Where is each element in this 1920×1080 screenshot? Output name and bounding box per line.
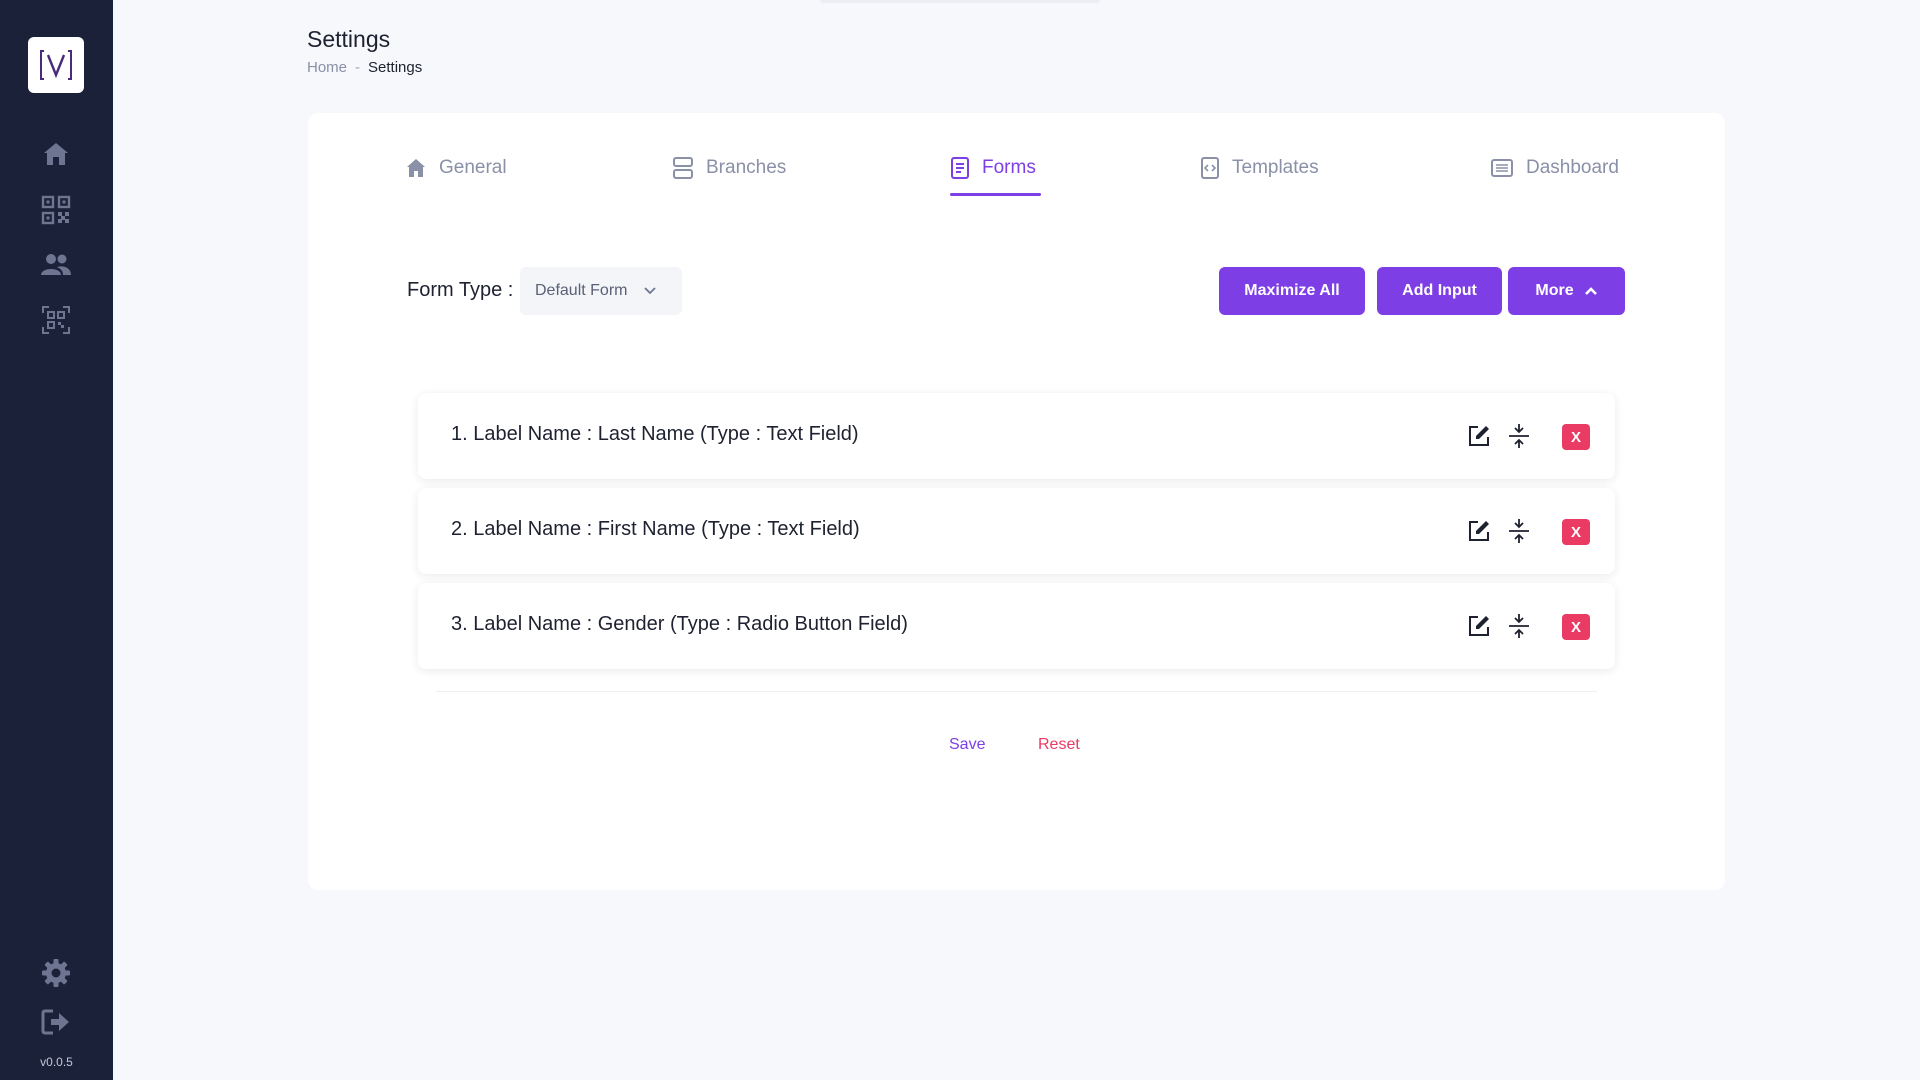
form-input-row[interactable]: 2. Label Name : First Name (Type : Text …: [418, 488, 1615, 574]
document-icon: [951, 157, 969, 179]
delete-button[interactable]: X: [1562, 424, 1590, 450]
tab-label: Forms: [982, 157, 1036, 178]
tab-label: Dashboard: [1526, 157, 1619, 178]
chevron-down-icon: [644, 287, 657, 295]
breadcrumb-current: Settings: [368, 59, 423, 76]
logo-icon: [40, 50, 72, 80]
edit-icon[interactable]: [1465, 422, 1493, 450]
form-type-value: Default Form: [535, 282, 628, 299]
tab-dashboard[interactable]: Dashboard: [1490, 143, 1619, 193]
home-icon[interactable]: [36, 134, 76, 174]
page-title: Settings: [307, 26, 391, 52]
breadcrumb: Home - Settings: [307, 59, 422, 76]
form-type-select[interactable]: Default Form: [520, 267, 682, 315]
tab-label: General: [439, 157, 507, 178]
form-input-row[interactable]: 1. Label Name : Last Name (Type : Text F…: [418, 393, 1615, 479]
settings-card: General Branches Forms Templates Dashboa…: [308, 113, 1725, 890]
breadcrumb-home-link[interactable]: Home: [307, 59, 347, 76]
collapse-icon[interactable]: [1505, 612, 1533, 640]
button-label: More: [1535, 282, 1574, 299]
sidebar: v0.0.5: [0, 0, 113, 1080]
edit-icon[interactable]: [1465, 517, 1493, 545]
more-button[interactable]: More: [1508, 267, 1625, 315]
collapse-icon[interactable]: [1505, 422, 1533, 450]
version-label: v0.0.5: [40, 1055, 73, 1069]
tab-label: Branches: [706, 157, 787, 178]
users-icon[interactable]: [36, 245, 76, 285]
edit-icon[interactable]: [1465, 612, 1493, 640]
add-input-button[interactable]: Add Input: [1377, 267, 1502, 315]
row-label: 1. Label Name : Last Name (Type : Text F…: [451, 423, 859, 445]
tab-templates[interactable]: Templates: [1200, 143, 1319, 193]
gear-icon[interactable]: [36, 953, 76, 993]
active-tab-indicator: [950, 193, 1041, 196]
top-edge-decoration: [820, 0, 1100, 3]
app-logo[interactable]: [28, 37, 84, 93]
maximize-all-button[interactable]: Maximize All: [1219, 267, 1365, 315]
form-input-row[interactable]: 3. Label Name : Gender (Type : Radio But…: [418, 583, 1615, 669]
delete-button[interactable]: X: [1562, 519, 1590, 545]
form-type-label: Form Type :: [407, 279, 514, 301]
tab-general[interactable]: General: [405, 143, 507, 193]
branches-icon: [673, 157, 693, 179]
chevron-up-icon: [1584, 287, 1597, 295]
row-label: 3. Label Name : Gender (Type : Radio But…: [451, 613, 908, 635]
collapse-icon[interactable]: [1505, 517, 1533, 545]
button-label: Maximize All: [1244, 282, 1340, 299]
save-button[interactable]: Save: [949, 736, 985, 754]
home-icon: [407, 159, 425, 177]
logout-icon[interactable]: [36, 1002, 76, 1042]
reset-button[interactable]: Reset: [1038, 736, 1080, 754]
delete-button[interactable]: X: [1562, 614, 1590, 640]
row-label: 2. Label Name : First Name (Type : Text …: [451, 518, 860, 540]
qr-code-icon[interactable]: [36, 190, 76, 230]
tab-forms[interactable]: Forms: [950, 143, 1036, 193]
breadcrumb-separator: -: [355, 59, 361, 76]
dashboard-icon: [1491, 159, 1513, 177]
tab-branches[interactable]: Branches: [672, 143, 786, 193]
divider: [436, 691, 1597, 692]
template-icon: [1201, 157, 1219, 179]
button-label: Add Input: [1402, 282, 1477, 299]
qr-scan-icon[interactable]: [36, 300, 76, 340]
tab-label: Templates: [1232, 157, 1319, 178]
